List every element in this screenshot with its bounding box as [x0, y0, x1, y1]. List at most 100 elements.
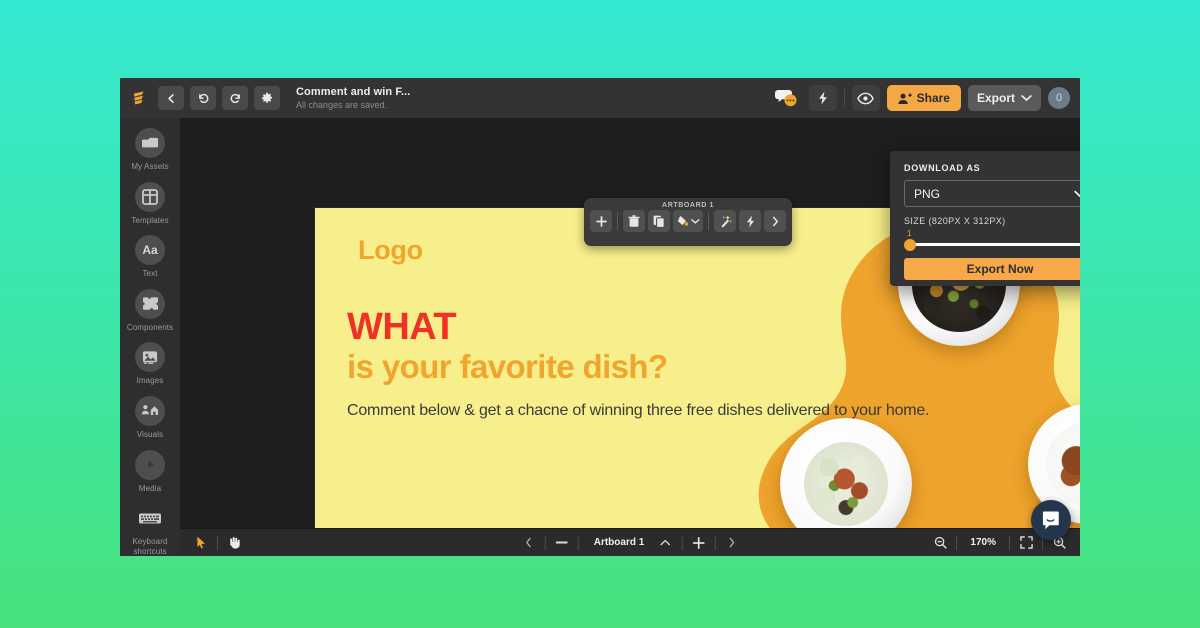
design-headline-2[interactable]: is your favorite dish? — [347, 350, 668, 383]
design-headline-1[interactable]: WHAT — [347, 308, 457, 346]
trash-icon — [628, 214, 640, 227]
preview-button[interactable] — [851, 85, 880, 111]
sidebar-label: Visuals — [136, 429, 164, 439]
sidebar-label: Templates — [131, 215, 169, 225]
chevron-left-icon — [167, 93, 174, 103]
zoom-increase-button[interactable] — [687, 533, 709, 553]
fit-to-screen-button[interactable] — [1015, 533, 1037, 553]
food-left — [804, 442, 888, 526]
size-slider[interactable] — [904, 239, 1080, 251]
sidebar-item-visuals[interactable]: Visuals — [120, 395, 180, 440]
export-now-button[interactable]: Export Now — [904, 258, 1080, 280]
statusbar-divider — [577, 535, 579, 550]
next-artboard-button[interactable] — [720, 533, 742, 553]
chevron-down-icon — [691, 218, 700, 223]
hand-tool-button[interactable] — [223, 533, 245, 553]
export-button[interactable]: Export — [967, 85, 1041, 111]
sidebar-label: Keyboard shortcuts — [132, 537, 168, 556]
sidebar-item-components[interactable]: Components — [120, 288, 180, 333]
copy-icon — [653, 215, 665, 228]
quick-actions-button[interactable] — [808, 85, 837, 111]
comments-button[interactable] — [772, 85, 802, 111]
chevron-down-icon — [1074, 190, 1080, 197]
eye-icon — [857, 92, 874, 104]
image-icon — [135, 342, 165, 373]
undo-icon — [198, 93, 208, 103]
sidebar-item-text[interactable]: Aa Text — [120, 235, 180, 279]
format-value: PNG — [914, 186, 941, 201]
app-header: Comment and win F... All changes are sav… — [120, 78, 1080, 118]
chat-smile-icon — [1042, 511, 1059, 529]
sidebar-item-keyboard-shortcuts[interactable]: Keyboard shortcuts — [120, 503, 180, 556]
artboard-list-toggle[interactable] — [654, 533, 676, 553]
cursor-arrow-icon — [196, 536, 205, 549]
share-button[interactable]: Share — [886, 85, 961, 111]
paint-bucket-icon — [677, 215, 689, 226]
slider-track — [910, 243, 1080, 246]
format-select[interactable]: PNG — [904, 180, 1080, 207]
sidebar-label: Components — [126, 322, 174, 332]
document-save-status: All changes are saved. — [296, 100, 388, 111]
intercom-launcher-button[interactable] — [1031, 500, 1071, 540]
fill-color-button[interactable] — [672, 210, 704, 232]
sidebar-item-my-assets[interactable]: My Assets — [120, 128, 180, 172]
magic-effects-button[interactable] — [714, 210, 737, 232]
animate-button[interactable] — [739, 210, 762, 232]
plus-icon — [692, 536, 705, 549]
comments-bubble-icon — [774, 90, 797, 107]
artboard-navigator: Artboard 1 — [518, 533, 743, 553]
prev-artboard-button[interactable] — [518, 533, 540, 553]
folder-icon — [135, 128, 165, 158]
add-artboard-button[interactable] — [590, 210, 612, 232]
download-as-label: DOWNLOAD AS — [904, 163, 981, 173]
sidebar-item-media[interactable]: Media — [120, 449, 180, 494]
sidebar-label: My Assets — [131, 162, 169, 171]
back-button[interactable] — [158, 86, 184, 110]
design-logo-text[interactable]: Logo — [358, 235, 423, 266]
export-dropdown-panel: DOWNLOAD AS PNG SIZE (820PX X 312PX) 1 E… — [890, 151, 1080, 286]
plate-left-tuna-salad[interactable] — [780, 418, 912, 540]
more-options-button[interactable] — [764, 210, 787, 232]
statusbar-divider — [544, 535, 546, 550]
statusbar-divider — [217, 535, 218, 550]
statusbar-divider — [681, 535, 683, 550]
toolbar-divider — [708, 212, 710, 230]
zoom-level-label[interactable]: 170% — [962, 537, 1004, 548]
plus-icon — [595, 215, 607, 227]
toolbar-divider — [617, 212, 618, 230]
header-actions: Share Export 0 — [772, 85, 1080, 111]
keyboard-icon — [135, 503, 165, 533]
duplicate-artboard-button[interactable] — [647, 210, 670, 232]
zoom-decrease-button[interactable] — [551, 533, 573, 553]
lightning-icon — [746, 215, 754, 227]
artboard-toolbar: ARTBOARD 1 — [584, 198, 792, 246]
sidebar-item-images[interactable]: Images — [120, 342, 180, 386]
redo-button[interactable] — [222, 86, 248, 110]
status-bar: Artboard 1 170% — [180, 528, 1080, 556]
delete-artboard-button[interactable] — [622, 210, 645, 232]
puzzle-icon — [135, 288, 165, 319]
header-divider — [843, 89, 845, 107]
chevron-up-icon — [660, 539, 671, 546]
artboard-name-label[interactable]: Artboard 1 — [584, 537, 655, 548]
slider-thumb[interactable] — [904, 239, 916, 251]
app-window: Comment and win F... All changes are sav… — [120, 78, 1080, 556]
zoom-out-button[interactable] — [929, 533, 951, 553]
chevron-down-icon — [1021, 95, 1032, 101]
text-aa-icon: Aa — [135, 235, 165, 266]
statusbar-divider — [714, 535, 716, 550]
select-tool-button[interactable] — [190, 533, 212, 553]
undo-button[interactable] — [190, 86, 216, 110]
canvas-workspace[interactable]: ARTBOARD 1 Logo WHAT is your favorite di… — [180, 118, 1080, 556]
magic-wand-icon — [721, 214, 732, 227]
left-sidebar: My Assets Templates Aa Text Components I… — [120, 118, 180, 556]
user-plus-icon — [897, 92, 912, 104]
chevron-left-icon — [526, 537, 531, 548]
swipe-logo-icon[interactable] — [120, 88, 158, 108]
settings-button[interactable] — [254, 86, 280, 110]
collaborator-count-badge[interactable]: 0 — [1048, 87, 1070, 109]
gear-icon — [261, 92, 273, 103]
sidebar-item-templates[interactable]: Templates — [120, 181, 180, 226]
play-circle-icon — [135, 449, 165, 480]
sidebar-label: Images — [136, 376, 164, 386]
